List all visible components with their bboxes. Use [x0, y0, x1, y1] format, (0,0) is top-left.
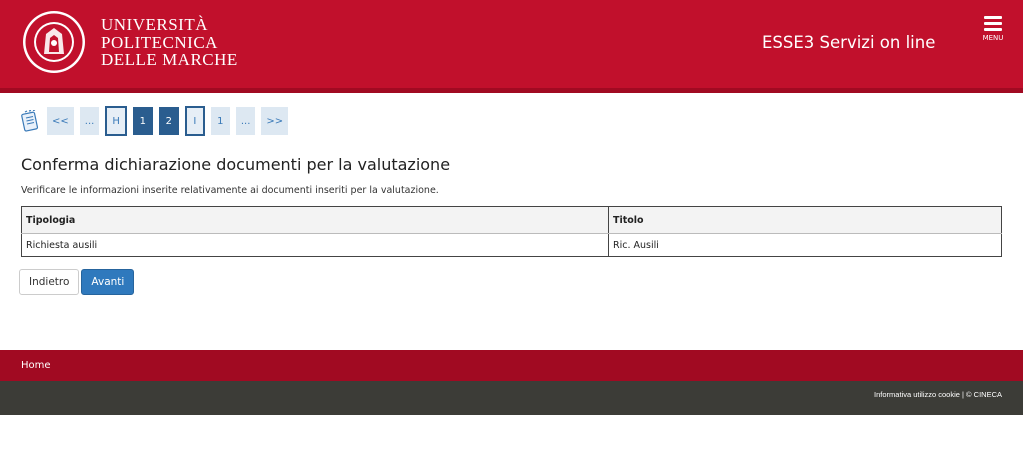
column-header-tipologia: Tipologia	[21, 206, 609, 234]
page-title: Conferma dichiarazione documenti per la …	[21, 155, 451, 174]
cell-tipologia: Richiesta ausili	[21, 233, 609, 257]
trail-ellipsis-right[interactable]: ...	[235, 107, 256, 135]
back-button[interactable]: Indietro	[19, 269, 80, 295]
footer-bottom: Informativa utilizzo cookie | © CINECA	[0, 381, 1023, 415]
trail-last-button[interactable]: >>	[261, 107, 289, 135]
table-header-row: Tipologia Titolo	[21, 206, 1002, 234]
cookie-policy-link[interactable]: Informativa utilizzo cookie	[874, 390, 960, 399]
process-trail: << ... H 1 2 I 1 ... >>	[20, 106, 294, 136]
next-button[interactable]: Avanti	[81, 269, 135, 295]
university-name-line-3: DELLE MARCHE	[101, 50, 238, 69]
footer-nav: Home	[0, 350, 1023, 381]
form-actions: Indietro Avanti	[19, 269, 135, 295]
site-header: UNIVERSITÀ POLITECNICA DELLE MARCHE ESSE…	[0, 0, 1023, 93]
university-seal-logo[interactable]	[22, 10, 86, 74]
service-title: ESSE3 Servizi on line	[762, 33, 936, 52]
university-name[interactable]: UNIVERSITÀ POLITECNICA DELLE MARCHE	[101, 16, 238, 69]
trail-step-1[interactable]: 1	[132, 107, 153, 135]
trail-step-h[interactable]: H	[105, 106, 127, 136]
footer-legal: Informativa utilizzo cookie | © CINECA	[874, 390, 1002, 399]
menu-label: MENU	[982, 34, 1004, 42]
university-name-line-1: UNIVERSITÀ	[101, 15, 208, 34]
home-link[interactable]: Home	[21, 360, 51, 371]
university-name-line-2: POLITECNICA	[101, 32, 218, 52]
documents-table: Tipologia Titolo Richiesta ausili Ric. A…	[21, 206, 1002, 257]
trail-step-i[interactable]: I	[184, 106, 205, 136]
hamburger-icon	[984, 16, 1002, 19]
column-header-titolo: Titolo	[608, 206, 1002, 234]
intro-text: Verificare le informazioni inserite rela…	[21, 185, 439, 196]
notepad-icon	[21, 110, 39, 132]
trail-first-button[interactable]: <<	[47, 107, 74, 135]
copyright-link[interactable]: © CINECA	[966, 390, 1002, 399]
cell-titolo: Ric. Ausili	[608, 233, 1002, 257]
menu-button[interactable]: MENU	[980, 16, 1006, 48]
trail-ellipsis-left[interactable]: ...	[79, 107, 100, 135]
trail-step-next-1[interactable]: 1	[210, 107, 230, 135]
table-row: Richiesta ausili Ric. Ausili	[21, 233, 1002, 257]
trail-step-2[interactable]: 2	[158, 107, 179, 135]
